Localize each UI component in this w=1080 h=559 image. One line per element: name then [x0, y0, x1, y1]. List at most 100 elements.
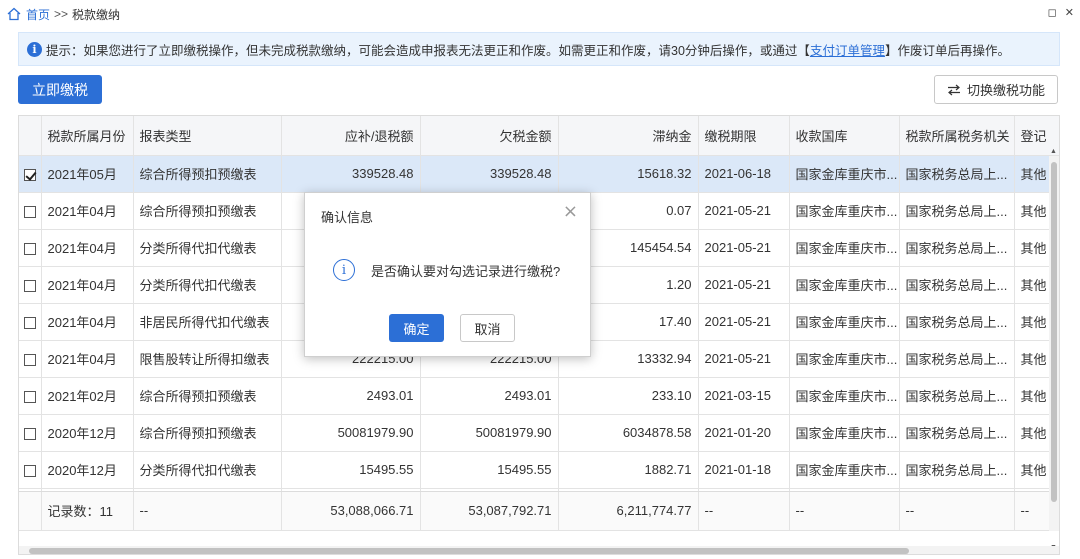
vertical-scrollbar[interactable]: ▲ ▼	[1049, 148, 1059, 551]
row-treasury: 国家金库重庆市...	[789, 192, 900, 230]
row-amount: 2493.01	[281, 377, 421, 415]
header-amount[interactable]: 应补/退税额	[281, 116, 421, 156]
row-month: 2020年12月	[41, 414, 134, 452]
notice-bracket-close: 】	[884, 43, 898, 58]
row-month: 2021年04月	[41, 340, 134, 378]
row-owed: 15495.55	[420, 451, 559, 489]
row-select-cell	[19, 340, 42, 378]
row-authority: 国家税务总局上...	[899, 303, 1015, 341]
row-owed: 339528.48	[420, 155, 559, 193]
row-report-type: 分类所得代扣代缴表	[133, 266, 282, 304]
row-authority: 国家税务总局上...	[899, 155, 1015, 193]
row-deadline: 2021-01-20	[698, 414, 790, 452]
table-row[interactable]: 2021年05月 综合所得预扣预缴表 339528.48 339528.48 15618…	[19, 155, 1059, 193]
summary-amount: 53,088,066.71	[281, 492, 421, 531]
row-month: 2021年04月	[41, 266, 134, 304]
row-select-cell	[19, 303, 42, 341]
swap-icon	[947, 84, 960, 95]
row-checkbox[interactable]	[23, 316, 36, 329]
summary-owed: 53,087,792.71	[420, 492, 559, 531]
header-month[interactable]: 税款所属月份	[41, 116, 134, 156]
row-report-type: 限售股转让所得扣缴表	[133, 340, 282, 378]
row-checkbox[interactable]	[23, 205, 36, 218]
breadcrumb-bar: 首页 >> 税款缴纳	[0, 0, 1080, 28]
row-treasury: 国家金库重庆市...	[789, 266, 900, 304]
row-checkbox[interactable]	[23, 279, 36, 292]
row-treasury: 国家金库重庆市...	[789, 229, 900, 267]
row-checkbox[interactable]	[23, 242, 36, 255]
header-owed[interactable]: 欠税金额	[420, 116, 559, 156]
row-select-cell	[19, 451, 42, 489]
row-select-cell	[19, 414, 42, 452]
row-deadline: 2021-03-15	[698, 377, 790, 415]
info-circle-icon: i	[333, 259, 355, 281]
table-row[interactable]: 2020年12月 分类所得代扣代缴表 15495.55 15495.55 1882.71…	[19, 451, 1059, 489]
dialog-body: i 是否确认要对勾选记录进行缴税?	[333, 259, 560, 281]
dialog-close-icon[interactable]: ×	[563, 201, 578, 222]
row-late-fee: 233.10	[558, 377, 699, 415]
row-month: 2021年04月	[41, 192, 134, 230]
header-authority[interactable]: 税款所属税务机关	[899, 116, 1015, 156]
dialog-title: 确认信息	[321, 210, 374, 225]
row-authority: 国家税务总局上...	[899, 451, 1015, 489]
row-deadline: 2021-05-21	[698, 303, 790, 341]
scroll-up-icon[interactable]: ▲	[1050, 148, 1057, 155]
home-icon[interactable]	[6, 6, 22, 22]
summary-blank	[19, 492, 42, 531]
summary-authority: --	[899, 492, 1015, 531]
row-authority: 国家税务总局上...	[899, 414, 1015, 452]
row-report-type: 综合所得预扣预缴表	[133, 192, 282, 230]
breadcrumb-separator: >>	[54, 7, 69, 21]
row-report-type: 综合所得预扣预缴表	[133, 377, 282, 415]
confirm-dialog: 确认信息 × i 是否确认要对勾选记录进行缴税? 确定 取消	[304, 192, 591, 357]
table-header-row: 税款所属月份 报表类型 应补/退税额 欠税金额 滞纳金 缴税期限 收款国库 税款…	[19, 116, 1059, 156]
table-row[interactable]: 2020年12月 综合所得预扣预缴表 50081979.90 50081979.90 6…	[19, 414, 1059, 452]
row-select-cell	[19, 155, 42, 193]
notice-bracket-open: 【	[797, 43, 810, 58]
row-checkbox[interactable]	[23, 464, 36, 477]
window-controls: ◻ ✕	[1048, 6, 1074, 20]
row-amount: 50081979.90	[281, 414, 421, 452]
row-late-fee: 15618.32	[558, 155, 699, 193]
summary-late-fee: 6,211,774.77	[558, 492, 699, 531]
vertical-scroll-thumb[interactable]	[1051, 162, 1057, 502]
row-deadline: 2021-05-21	[698, 192, 790, 230]
row-deadline: 2021-01-18	[698, 451, 790, 489]
row-authority: 国家税务总局上...	[899, 192, 1015, 230]
restore-icon[interactable]: ◻	[1048, 6, 1057, 20]
close-icon[interactable]: ✕	[1065, 6, 1074, 20]
summary-count: 记录数：11	[41, 492, 134, 531]
row-report-type: 综合所得预扣预缴表	[133, 155, 282, 193]
header-deadline[interactable]: 缴税期限	[698, 116, 790, 156]
row-late-fee: 6034878.58	[558, 414, 699, 452]
header-treasury[interactable]: 收款国库	[789, 116, 900, 156]
row-authority: 国家税务总局上...	[899, 377, 1015, 415]
row-checkbox[interactable]	[23, 353, 36, 366]
header-late-fee[interactable]: 滞纳金	[558, 116, 699, 156]
row-amount: 15495.55	[281, 451, 421, 489]
confirm-button[interactable]: 确定	[389, 314, 444, 342]
table-row[interactable]: 2021年02月 综合所得预扣预缴表 2493.01 2493.01 233.10 202…	[19, 377, 1059, 415]
summary-deadline: --	[698, 492, 790, 531]
horizontal-scrollbar[interactable]	[19, 546, 1059, 554]
row-checkbox[interactable]	[23, 390, 36, 403]
row-treasury: 国家金库重庆市...	[789, 340, 900, 378]
pay-now-button[interactable]: 立即缴税	[18, 75, 102, 104]
row-checkbox[interactable]	[23, 168, 36, 181]
payment-order-link[interactable]: 支付订单管理	[810, 40, 885, 59]
row-amount: 339528.48	[281, 155, 421, 193]
row-owed: 50081979.90	[420, 414, 559, 452]
switch-function-button[interactable]: 切换缴税功能	[934, 75, 1058, 104]
cancel-button[interactable]: 取消	[460, 314, 515, 342]
row-report-type: 分类所得代扣代缴表	[133, 229, 282, 267]
horizontal-scroll-thumb[interactable]	[29, 548, 909, 554]
row-authority: 国家税务总局上...	[899, 229, 1015, 267]
header-report-type[interactable]: 报表类型	[133, 116, 282, 156]
row-select-cell	[19, 192, 42, 230]
notice-suffix: 作废订单后再操作。	[897, 43, 1010, 58]
row-checkbox[interactable]	[23, 427, 36, 440]
row-treasury: 国家金库重庆市...	[789, 451, 900, 489]
row-authority: 国家税务总局上...	[899, 266, 1015, 304]
breadcrumb-home[interactable]: 首页	[26, 6, 50, 23]
row-deadline: 2021-05-21	[698, 340, 790, 378]
